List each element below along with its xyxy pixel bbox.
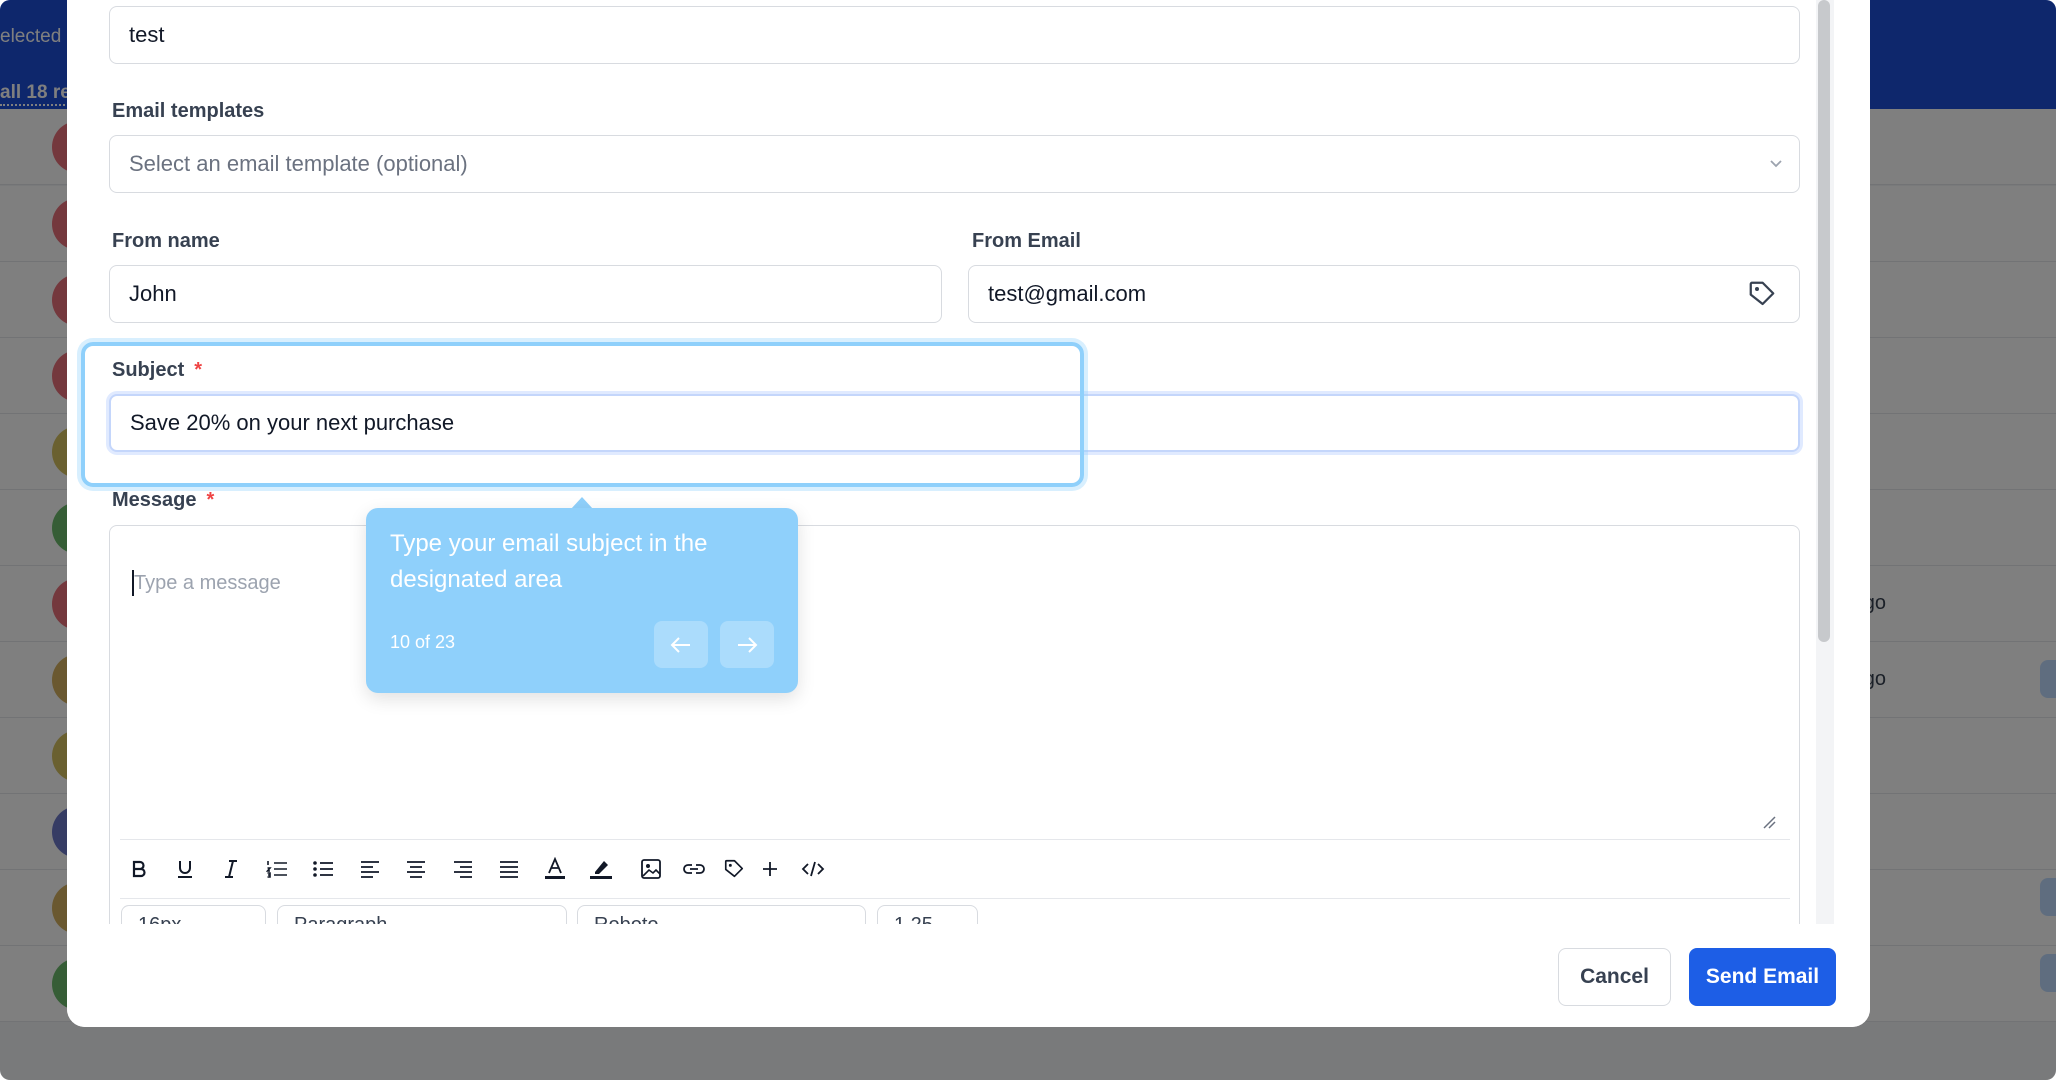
bullet-list-icon[interactable] (308, 853, 338, 885)
font-family-select[interactable]: Roboto (577, 905, 866, 924)
text-color-icon[interactable] (540, 853, 570, 885)
align-left-icon[interactable] (355, 853, 385, 885)
from-email-value: test@gmail.com (988, 281, 1147, 306)
plus-icon[interactable] (755, 853, 785, 885)
message-label-text: Message (112, 489, 197, 511)
highlight-icon[interactable] (586, 853, 616, 885)
message-label: Message * (112, 489, 214, 512)
divider (120, 898, 1790, 899)
from-name-label: From name (112, 230, 220, 252)
send-email-button[interactable]: Send Email (1689, 948, 1836, 1006)
campaign-name-field[interactable]: test (109, 6, 1800, 64)
line-height-value: 1.25 (894, 914, 933, 924)
code-icon[interactable] (798, 853, 828, 885)
tour-previous-button[interactable] (654, 621, 708, 668)
message-placeholder: Type a message (134, 572, 281, 594)
underline-icon[interactable] (170, 853, 200, 885)
ordered-list-icon[interactable] (262, 853, 292, 885)
tag-icon[interactable] (719, 853, 749, 885)
arrow-left-icon (670, 636, 690, 653)
modal-footer: Cancel Send Email (67, 924, 1870, 1027)
block-type-select[interactable]: Paragraph (277, 905, 567, 924)
tour-message: Type your email subject in the designate… (390, 530, 708, 593)
font-size-select[interactable]: 16px (121, 905, 266, 924)
tour-next-button[interactable] (720, 621, 774, 668)
align-right-icon[interactable] (448, 853, 478, 885)
image-icon[interactable] (636, 853, 666, 885)
from-email-label: From Email (972, 230, 1081, 252)
required-asterisk: * (206, 489, 215, 511)
line-height-select[interactable]: 1.25 (877, 905, 978, 924)
arrow-right-icon (738, 636, 758, 653)
font-size-value: 16px (138, 914, 181, 924)
from-name-value: John (129, 281, 177, 306)
bold-icon[interactable] (124, 853, 154, 885)
tour-highlight (81, 342, 1084, 487)
divider (120, 839, 1790, 840)
block-type-value: Paragraph (294, 914, 387, 924)
email-template-placeholder: Select an email template (optional) (129, 151, 468, 176)
send-email-modal: test Email templates Select an email tem… (67, 0, 1870, 1027)
resize-handle-icon[interactable] (1759, 812, 1777, 830)
chevron-down-icon (1770, 160, 1782, 168)
campaign-name-value: test (129, 22, 165, 47)
italic-icon[interactable] (216, 853, 246, 885)
scrollbar-thumb[interactable] (1818, 0, 1830, 642)
tour-step-counter: 10 of 23 (390, 632, 456, 652)
align-center-icon[interactable] (401, 853, 431, 885)
tag-icon[interactable] (1747, 279, 1777, 309)
email-templates-label: Email templates (112, 100, 265, 122)
tour-tooltip: Type your email subject in the designate… (366, 508, 798, 693)
cancel-button[interactable]: Cancel (1558, 948, 1671, 1006)
link-icon[interactable] (679, 853, 709, 885)
font-family-value: Roboto (594, 914, 659, 924)
email-template-select[interactable]: Select an email template (optional) (109, 135, 1800, 193)
from-name-input[interactable]: John (109, 265, 942, 323)
from-email-input[interactable]: test@gmail.com (968, 265, 1800, 323)
align-justify-icon[interactable] (494, 853, 524, 885)
